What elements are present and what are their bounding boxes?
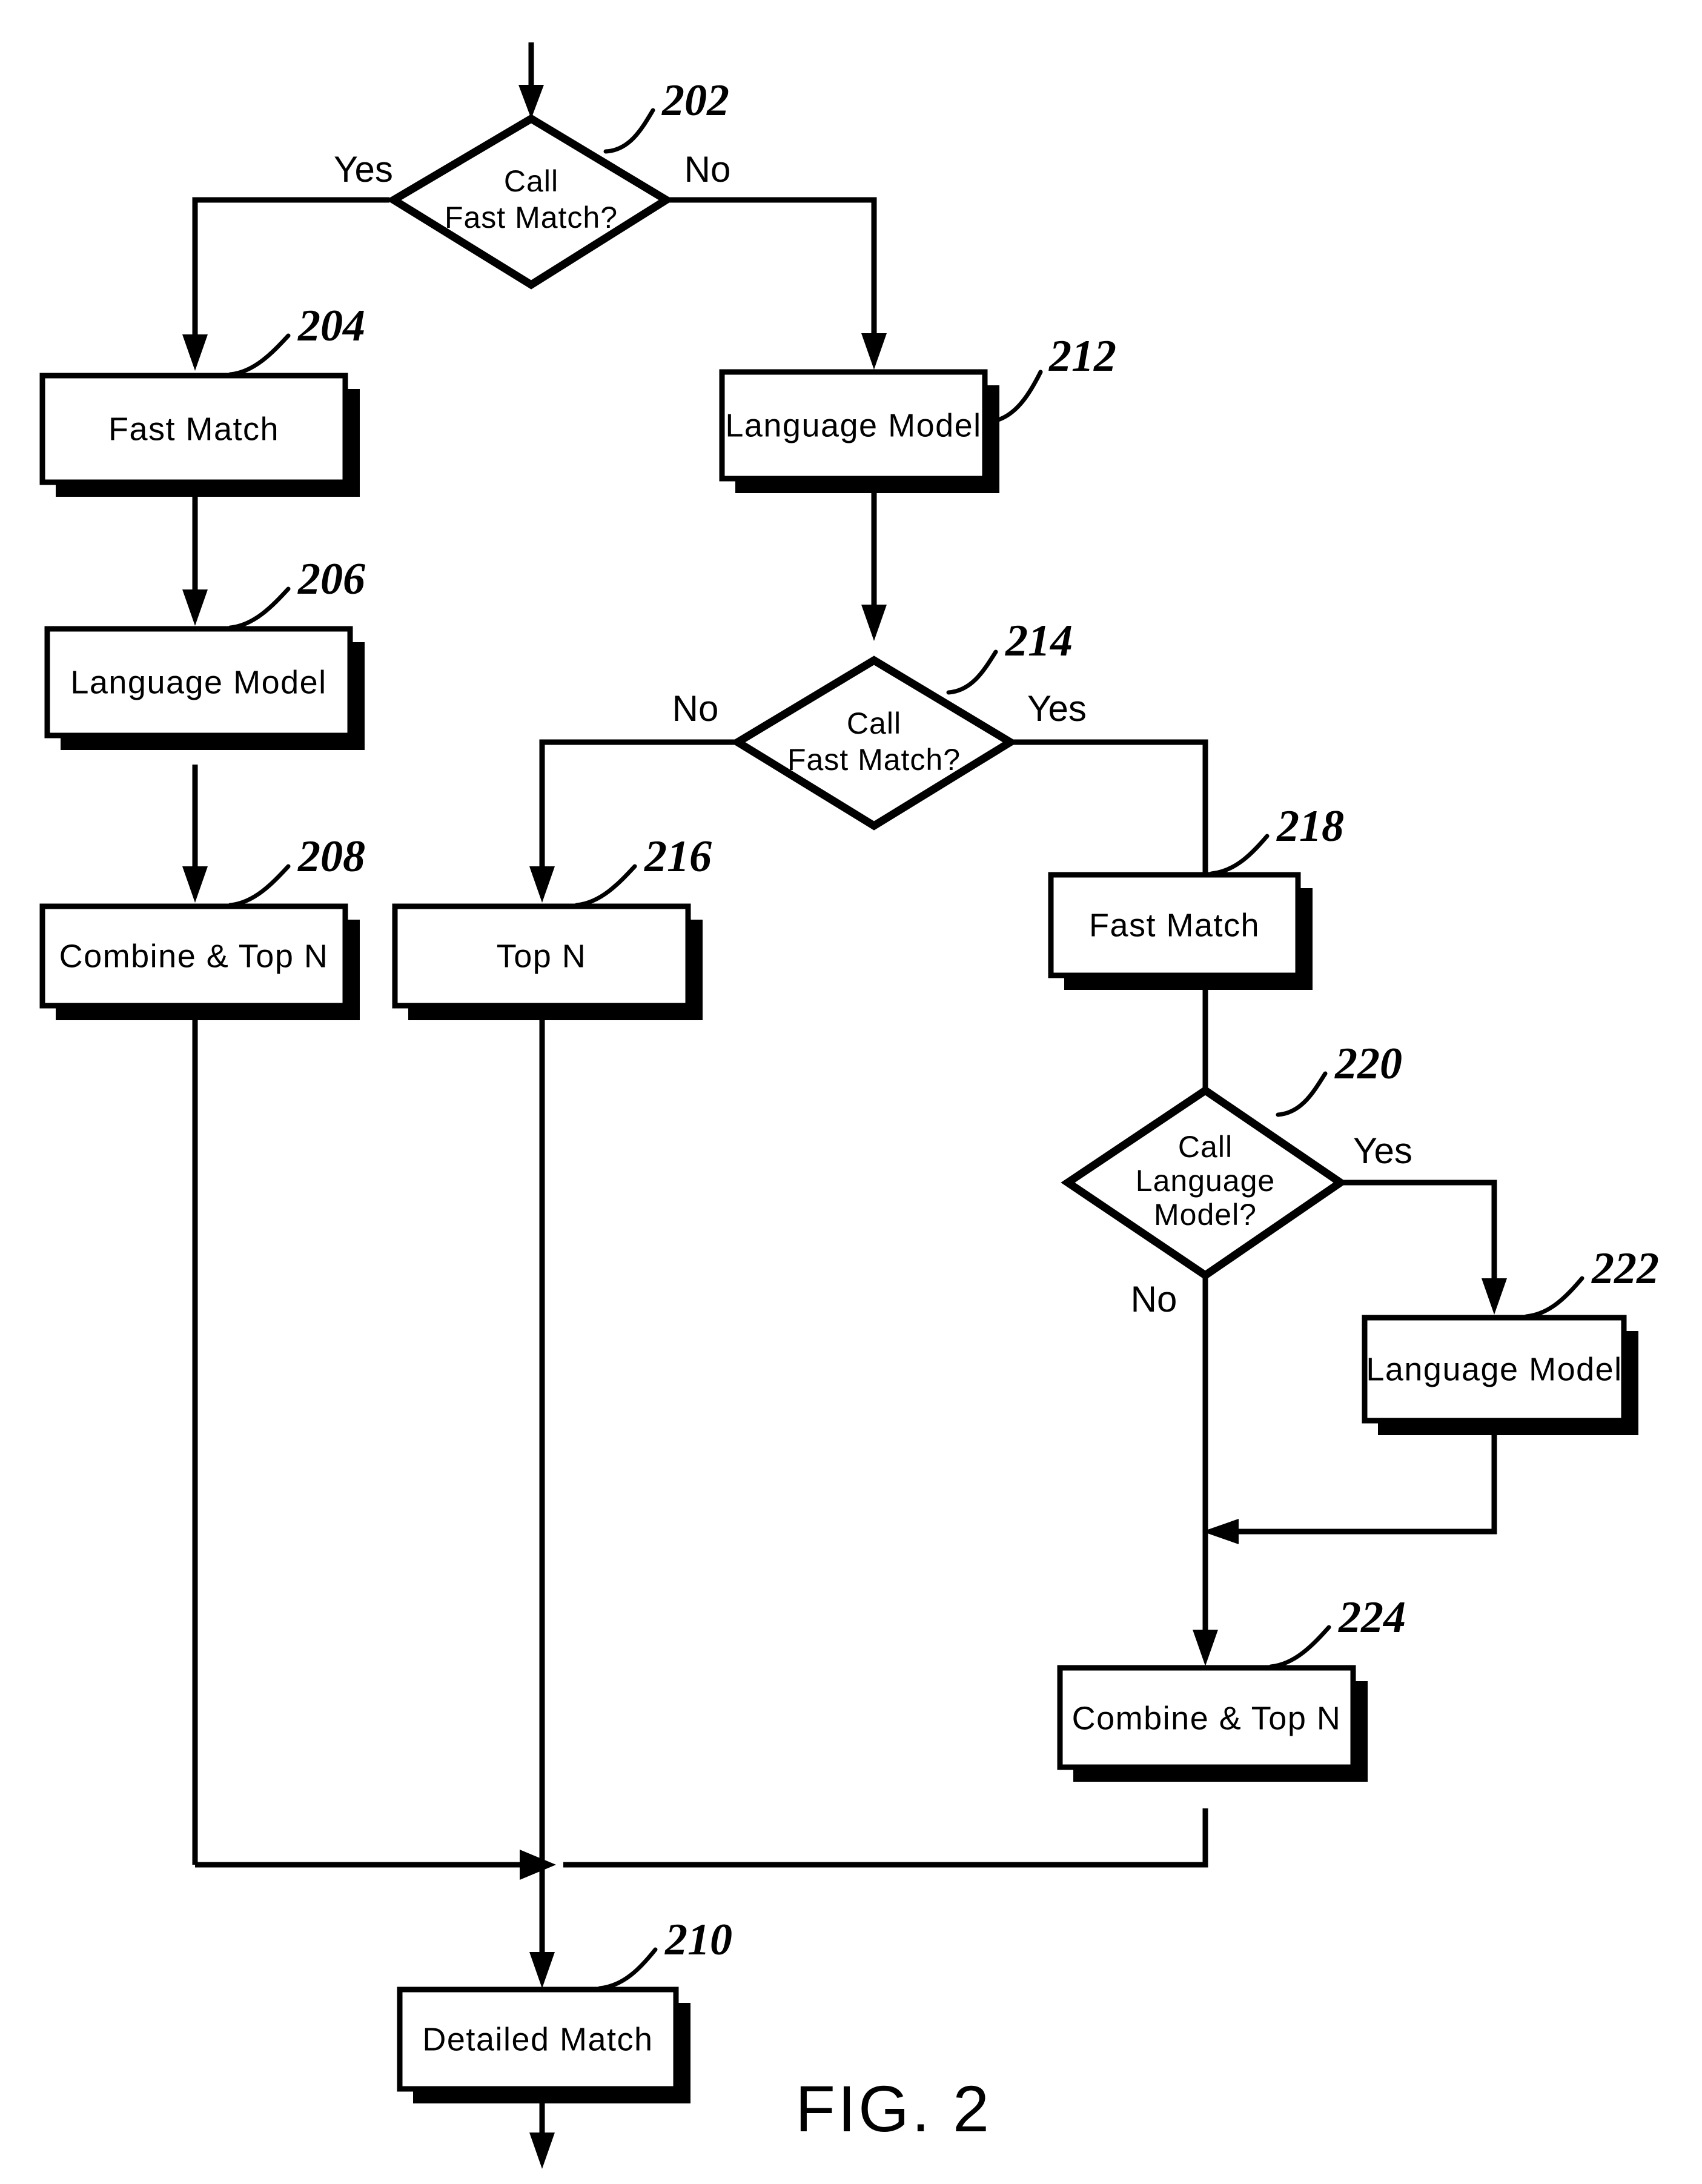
decision-220[interactable]: Call Language Model? <box>1061 1086 1348 1280</box>
ref-number-214: 214 <box>1005 616 1073 666</box>
ref-leader-224 <box>1268 1625 1331 1669</box>
decision-220-line1: Call <box>1178 1130 1233 1164</box>
connector-bottom-merge-bar <box>195 1850 556 1880</box>
process-224-label: Combine & Top N <box>1072 1700 1342 1736</box>
flowchart-canvas: Call Fast Match? Yes No 202 Fast Match 2… <box>39 42 1659 2169</box>
decision-220-line2: Language <box>1136 1164 1275 1198</box>
ref-leader-214 <box>946 649 998 695</box>
ref-number-224: 224 <box>1338 1593 1406 1642</box>
ref-leader-204 <box>228 333 291 377</box>
ref-number-204: 204 <box>297 301 365 351</box>
ref-leader-206 <box>228 586 291 630</box>
ref-number-212: 212 <box>1048 331 1116 381</box>
label-202-no: No <box>684 149 731 190</box>
figure-caption: FIG. 2 <box>795 2072 992 2145</box>
ref-number-218: 218 <box>1276 802 1344 851</box>
process-216[interactable]: Top N <box>392 903 703 1020</box>
process-212[interactable]: Language Model <box>719 369 999 493</box>
process-216-label: Top N <box>497 938 587 974</box>
connector-216-to-detailed-match <box>529 1018 555 1988</box>
ref-number-206: 206 <box>297 554 365 604</box>
process-206[interactable]: Language Model <box>44 626 365 750</box>
connector-detailed-match-exit <box>529 2102 555 2169</box>
connector-202-no-to-212 <box>666 197 887 370</box>
decision-214-line1: Call <box>847 706 901 740</box>
ref-number-210: 210 <box>664 1915 732 1965</box>
process-208-label: Combine & Top N <box>59 938 329 974</box>
process-204-label: Fast Match <box>108 411 279 447</box>
decision-220-line3: Model? <box>1154 1198 1257 1232</box>
process-212-label: Language Model <box>725 407 981 443</box>
ref-leader-220 <box>1276 1071 1328 1117</box>
connector-206-to-208 <box>182 765 208 903</box>
label-220-no: No <box>1131 1279 1177 1319</box>
decision-202-line1: Call <box>504 164 558 198</box>
process-218[interactable]: Fast Match <box>1048 872 1313 990</box>
ref-number-202: 202 <box>661 76 729 125</box>
connector-222-to-no-line <box>1202 1433 1497 1544</box>
patent-figure: Call Fast Match? Yes No 202 Fast Match 2… <box>0 0 1702 2184</box>
connector-224-to-merge <box>563 1808 1208 1868</box>
ref-leader-218 <box>1209 834 1270 876</box>
process-210-label: Detailed Match <box>422 2021 653 2057</box>
connector-214-yes-to-218 <box>1010 739 1208 875</box>
connector-220-yes-to-222 <box>1340 1180 1507 1315</box>
process-218-label: Fast Match <box>1089 907 1260 943</box>
ref-number-216: 216 <box>644 832 712 881</box>
ref-number-208: 208 <box>297 832 365 881</box>
process-210[interactable]: Detailed Match <box>397 1987 690 2103</box>
process-204[interactable]: Fast Match <box>39 373 360 497</box>
process-208[interactable]: Combine & Top N <box>39 903 360 1020</box>
ref-leader-202 <box>603 108 655 154</box>
label-202-yes: Yes <box>334 149 393 190</box>
ref-leader-210 <box>597 1947 658 1991</box>
decision-202-line2: Fast Match? <box>445 201 618 234</box>
ref-leader-208 <box>228 864 291 908</box>
connector-204-to-206 <box>182 488 208 626</box>
process-206-label: Language Model <box>70 664 326 700</box>
decision-214-line2: Fast Match? <box>787 743 961 777</box>
process-224[interactable]: Combine & Top N <box>1057 1665 1368 1782</box>
ref-leader-216 <box>574 864 637 908</box>
label-214-no: No <box>672 688 719 729</box>
ref-leader-222 <box>1524 1276 1584 1319</box>
label-214-yes: Yes <box>1027 688 1087 729</box>
label-220-yes: Yes <box>1353 1130 1412 1171</box>
process-222-label: Language Model <box>1366 1351 1622 1387</box>
ref-number-220: 220 <box>1334 1039 1402 1089</box>
connector-212-to-214 <box>861 488 887 641</box>
connector-220-no-down <box>1193 1275 1218 1666</box>
ref-number-222: 222 <box>1591 1244 1659 1293</box>
process-222[interactable]: Language Model <box>1362 1315 1638 1435</box>
connector-entry <box>518 42 544 119</box>
